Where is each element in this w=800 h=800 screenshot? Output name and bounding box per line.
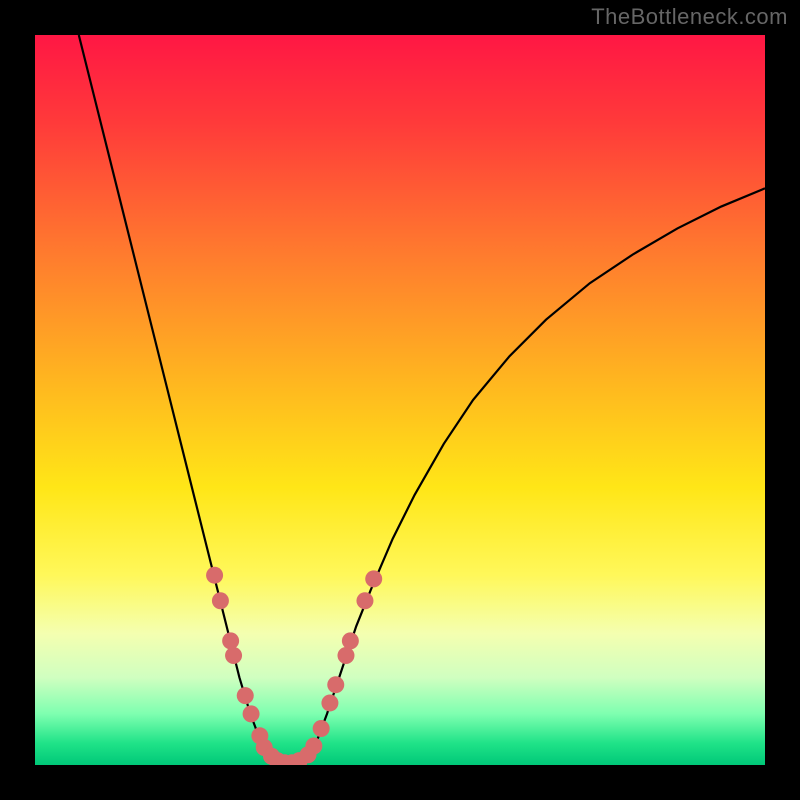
data-marker — [225, 647, 242, 664]
chart-container: TheBottleneck.com — [0, 0, 800, 800]
data-marker — [356, 592, 373, 609]
data-marker — [337, 647, 354, 664]
data-marker — [321, 694, 338, 711]
data-marker — [222, 632, 239, 649]
watermark-text: TheBottleneck.com — [591, 4, 788, 30]
data-marker — [212, 592, 229, 609]
data-marker — [365, 570, 382, 587]
data-marker — [313, 720, 330, 737]
plot-area — [35, 35, 765, 765]
chart-svg — [35, 35, 765, 765]
gradient-background — [35, 35, 765, 765]
data-marker — [327, 676, 344, 693]
data-marker — [342, 632, 359, 649]
data-marker — [237, 687, 254, 704]
data-marker — [206, 567, 223, 584]
data-marker — [243, 705, 260, 722]
data-marker — [305, 738, 322, 755]
